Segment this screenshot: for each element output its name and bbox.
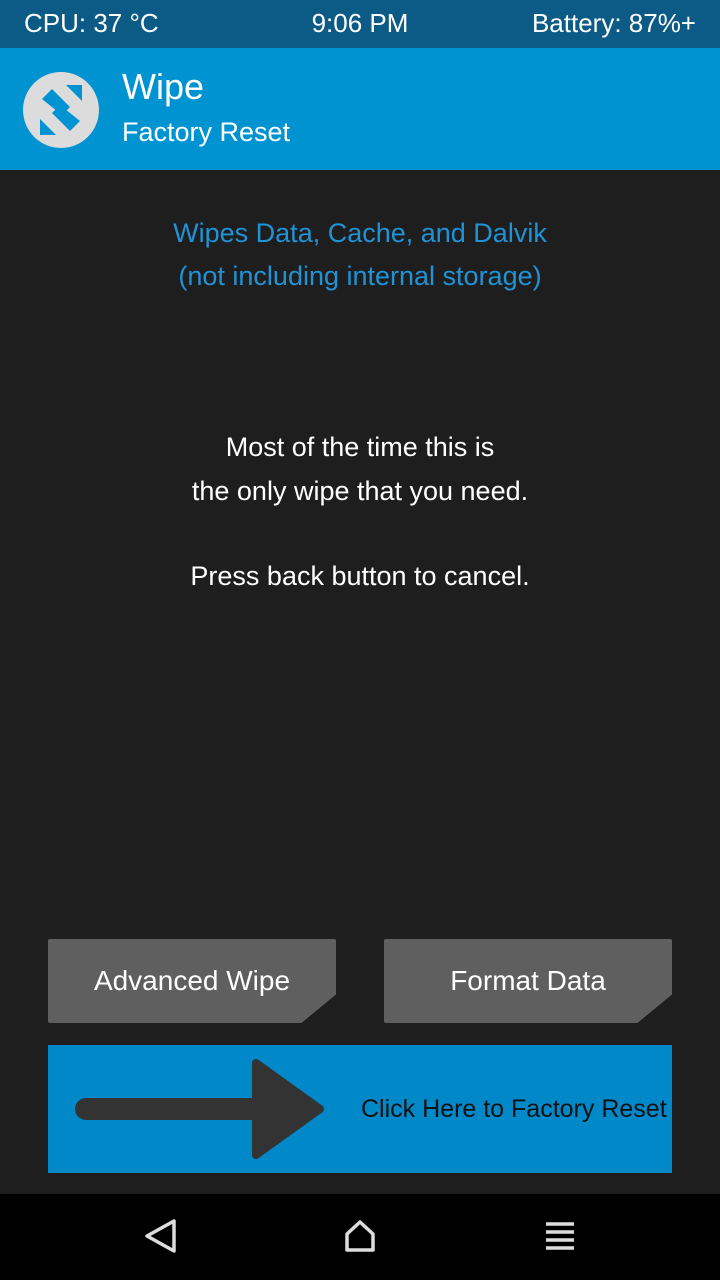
twrp-logo-icon <box>22 71 100 149</box>
wipe-hint-line-2: the only wipe that you need. <box>191 476 529 506</box>
battery-status: Battery: 87%+ <box>531 8 696 38</box>
wipe-hint-line-1: Most of the time this is <box>225 432 495 462</box>
format-data-button[interactable]: Format Data <box>384 939 672 1023</box>
advanced-wipe-button[interactable]: Advanced Wipe <box>48 939 336 1023</box>
wipe-description: Wipes Data, Cache, and Dalvik (not inclu… <box>0 212 720 298</box>
page-subtitle: Factory Reset <box>122 117 291 147</box>
header: Wipe Factory Reset <box>0 48 720 170</box>
screen: CPU: 37 °C 9:06 PM Battery: 87%+ Wipe Fa… <box>0 0 720 1280</box>
page-title: Wipe <box>122 66 205 107</box>
wipe-description-line-1: Wipes Data, Cache, and Dalvik <box>173 218 547 248</box>
menu-icon[interactable] <box>540 1216 580 1256</box>
factory-reset-slider[interactable]: Click Here to Factory Reset <box>48 1045 672 1173</box>
navigation-bar <box>0 1194 720 1280</box>
status-bar: CPU: 37 °C 9:06 PM Battery: 87%+ <box>0 0 720 48</box>
cancel-hint: Press back button to cancel. <box>190 561 530 591</box>
wipe-description-line-2: (not including internal storage) <box>178 261 542 291</box>
wipe-hint: Most of the time this is the only wipe t… <box>0 425 720 598</box>
back-triangle-icon[interactable] <box>140 1216 180 1256</box>
arrow-right-icon[interactable] <box>74 1057 328 1161</box>
factory-reset-label: Click Here to Factory Reset <box>361 1095 667 1123</box>
home-icon[interactable] <box>340 1216 380 1256</box>
